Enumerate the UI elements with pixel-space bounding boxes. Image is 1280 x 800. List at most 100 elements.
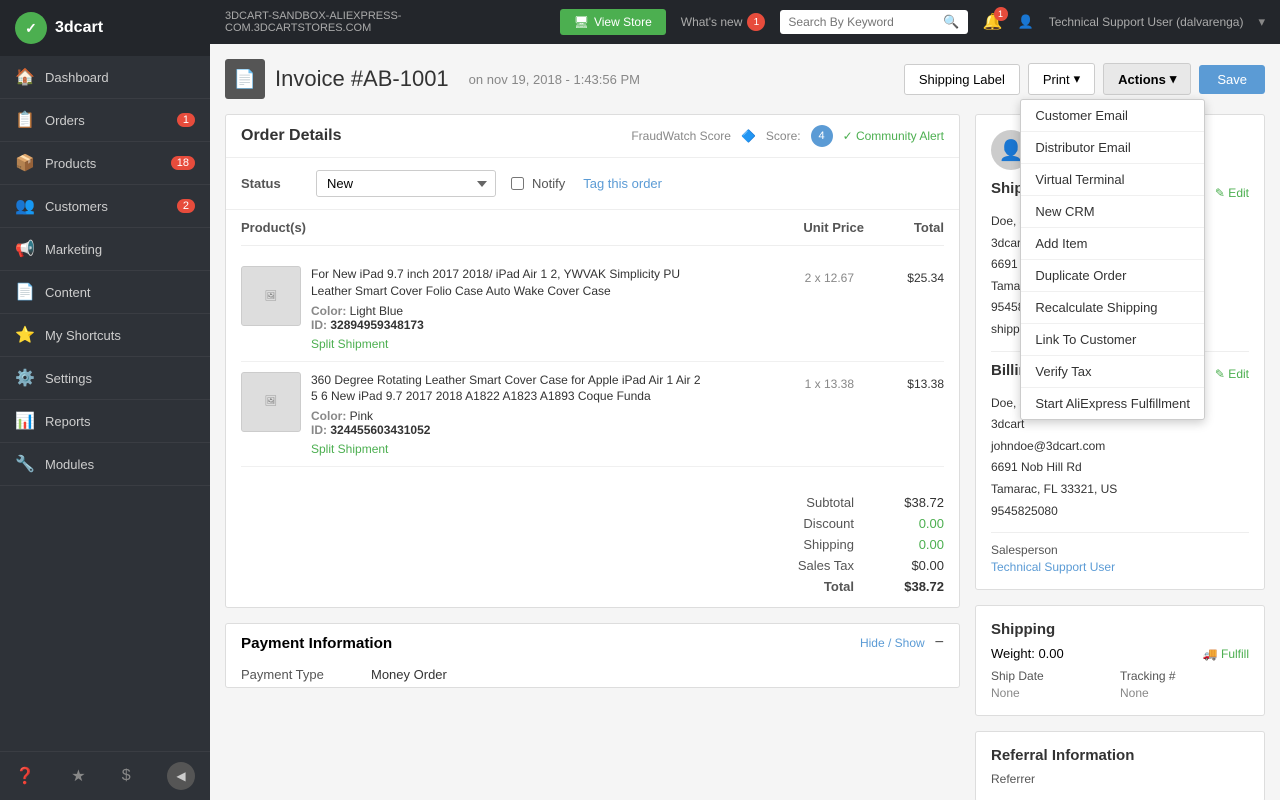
- payment-toggle[interactable]: −: [935, 634, 944, 652]
- shipping-label-button[interactable]: Shipping Label: [904, 64, 1020, 95]
- payment-title: Payment Information: [241, 635, 392, 652]
- notify-area: Notify Tag this order: [511, 176, 662, 191]
- sidebar-item-label-products: Products: [45, 156, 96, 171]
- subtotal-value: $38.72: [874, 495, 944, 510]
- help-icon[interactable]: ❓: [15, 766, 35, 786]
- actions-button[interactable]: Actions ▾: [1103, 63, 1191, 95]
- hide-show-link[interactable]: Hide / Show: [860, 636, 925, 650]
- tracking-label: Tracking #: [1120, 669, 1249, 683]
- payment-header: Payment Information Hide / Show −: [226, 624, 959, 662]
- sidebar-item-content[interactable]: 📄Content: [0, 271, 210, 314]
- sidebar-item-products[interactable]: 📦Products18: [0, 142, 210, 185]
- tracking-value: None: [1120, 686, 1249, 700]
- search-input[interactable]: [788, 15, 938, 29]
- billing-phone: 9545825080: [991, 501, 1249, 523]
- payment-type-row: Payment Type Money Order: [226, 662, 959, 687]
- products-header: Product(s) Unit Price Total: [241, 210, 944, 246]
- shipping-info: Shipping Weight: 0.00 🚚 Fulfill Ship Dat…: [976, 606, 1264, 715]
- dropdown-item-new-crm[interactable]: New CRM: [1021, 196, 1204, 228]
- whats-new[interactable]: What's new 1: [681, 13, 766, 31]
- sidebar-item-label-reports: Reports: [45, 414, 91, 429]
- product-row-1: 🖼360 Degree Rotating Leather Smart Cover…: [241, 362, 944, 468]
- sidebar-item-modules[interactable]: 🔧Modules: [0, 443, 210, 486]
- status-select[interactable]: New: [316, 170, 496, 197]
- product-id-0: ID: 32894959348173: [311, 318, 704, 332]
- product-image-1: 🖼: [241, 372, 301, 432]
- score-icon: 🔷: [741, 129, 756, 143]
- dropdown-item-verify-tax[interactable]: Verify Tax: [1021, 356, 1204, 388]
- view-store-button[interactable]: 🖥 View Store: [560, 9, 666, 35]
- order-details-header: Order Details FraudWatch Score 🔷 Score: …: [226, 115, 959, 158]
- customers-icon: 👥: [15, 196, 35, 216]
- product-qty-1: 1 x 13.38: [714, 372, 854, 391]
- dropdown-item-add-item[interactable]: Add Item: [1021, 228, 1204, 260]
- product-name-0: For New iPad 9.7 inch 2017 2018/ iPad Ai…: [311, 266, 704, 300]
- referral-inner: Referral Information Referrer: [976, 732, 1264, 800]
- payment-type-value: Money Order: [371, 667, 447, 682]
- content-area: 📄 Invoice #AB-1001 on nov 19, 2018 - 1:4…: [210, 44, 1280, 800]
- order-details-title: Order Details: [241, 127, 341, 145]
- sales-tax-value: $0.00: [874, 558, 944, 573]
- notify-checkbox[interactable]: [511, 177, 524, 190]
- product-total-0: $25.34: [864, 266, 944, 285]
- star-icon[interactable]: ★: [71, 766, 85, 786]
- dropdown-item-customer-email[interactable]: Customer Email: [1021, 100, 1204, 132]
- settings-icon: ⚙️: [15, 368, 35, 388]
- print-button[interactable]: Print ▾: [1028, 63, 1095, 95]
- invoice-header: 📄 Invoice #AB-1001 on nov 19, 2018 - 1:4…: [225, 59, 1265, 99]
- content-icon: 📄: [15, 282, 35, 302]
- tag-order-link[interactable]: Tag this order: [583, 176, 662, 191]
- logo-area[interactable]: ✓ 3dcart: [0, 0, 210, 56]
- dollar-icon[interactable]: $: [122, 767, 131, 785]
- modules-icon: 🔧: [15, 454, 35, 474]
- sidebar-item-dashboard[interactable]: 🏠Dashboard: [0, 56, 210, 99]
- shipping-edit-link[interactable]: ✎ Edit: [1215, 186, 1249, 200]
- order-details-card: Order Details FraudWatch Score 🔷 Score: …: [225, 114, 960, 608]
- score-badge: 4: [811, 125, 833, 147]
- fulfill-button[interactable]: 🚚 Fulfill: [1203, 647, 1249, 661]
- shortcuts-icon: ⭐: [15, 325, 35, 345]
- dropdown-item-recalculate-shipping[interactable]: Recalculate Shipping: [1021, 292, 1204, 324]
- topbar: 3DCART-SANDBOX-ALIEXPRESS-COM.3DCARTSTOR…: [210, 0, 1280, 44]
- col-total-header: Total: [864, 220, 944, 235]
- dropdown-item-duplicate-order[interactable]: Duplicate Order: [1021, 260, 1204, 292]
- col-price-header: Unit Price: [724, 220, 864, 235]
- sales-tax-row: Sales Tax $0.00: [241, 555, 944, 576]
- sidebar-item-customers[interactable]: 👥Customers2: [0, 185, 210, 228]
- user-dropdown-icon[interactable]: ▾: [1258, 14, 1265, 30]
- salesperson-value[interactable]: Technical Support User: [991, 560, 1249, 574]
- weight-label: Weight: 0.00: [991, 646, 1064, 661]
- dropdown-item-start-aliexpress-fulfillment[interactable]: Start AliExpress Fulfillment: [1021, 388, 1204, 419]
- dropdown-item-distributor-email[interactable]: Distributor Email: [1021, 132, 1204, 164]
- ship-date-col: Ship Date None: [991, 669, 1120, 700]
- save-button[interactable]: Save: [1199, 65, 1265, 94]
- sidebar-item-settings[interactable]: ⚙️Settings: [0, 357, 210, 400]
- fraud-score-area: FraudWatch Score 🔷 Score: 4 ✓ Community …: [631, 125, 944, 147]
- sidebar-item-label-shortcuts: My Shortcuts: [45, 328, 121, 343]
- sidebar-item-marketing[interactable]: 📢Marketing: [0, 228, 210, 271]
- ship-date-tracking-row: Ship Date None Tracking # None: [991, 669, 1249, 700]
- dropdown-item-link-to-customer[interactable]: Link To Customer: [1021, 324, 1204, 356]
- user-name[interactable]: Technical Support User (dalvarenga): [1049, 15, 1244, 29]
- sidebar-item-orders[interactable]: 📋Orders1: [0, 99, 210, 142]
- collapse-btn[interactable]: ◀: [167, 762, 195, 790]
- shipping-card: Shipping Weight: 0.00 🚚 Fulfill Ship Dat…: [975, 605, 1265, 716]
- sidebar-item-reports[interactable]: 📊Reports: [0, 400, 210, 443]
- split-shipment-link-1[interactable]: Split Shipment: [311, 442, 388, 456]
- print-dropdown-icon: ▾: [1074, 71, 1081, 87]
- shipping-card-title: Shipping: [991, 621, 1249, 638]
- payment-type-label: Payment Type: [241, 667, 371, 682]
- search-icon[interactable]: 🔍: [943, 14, 959, 30]
- split-shipment-link-0[interactable]: Split Shipment: [311, 337, 388, 351]
- billing-edit-link[interactable]: ✎ Edit: [1215, 367, 1249, 381]
- sidebar-item-shortcuts[interactable]: ⭐ My Shortcuts: [0, 314, 210, 357]
- billing-city: Tamarac, FL 33321, US: [991, 479, 1249, 501]
- bell-badge: 1: [994, 7, 1008, 21]
- marketing-icon: 📢: [15, 239, 35, 259]
- dropdown-item-virtual-terminal[interactable]: Virtual Terminal: [1021, 164, 1204, 196]
- total-row: Total $38.72: [241, 576, 944, 597]
- product-details-0: For New iPad 9.7 inch 2017 2018/ iPad Ai…: [311, 266, 704, 351]
- shipping-value: 0.00: [874, 537, 944, 552]
- salesperson-label: Salesperson: [991, 543, 1249, 557]
- invoice-date: on nov 19, 2018 - 1:43:56 PM: [469, 72, 640, 87]
